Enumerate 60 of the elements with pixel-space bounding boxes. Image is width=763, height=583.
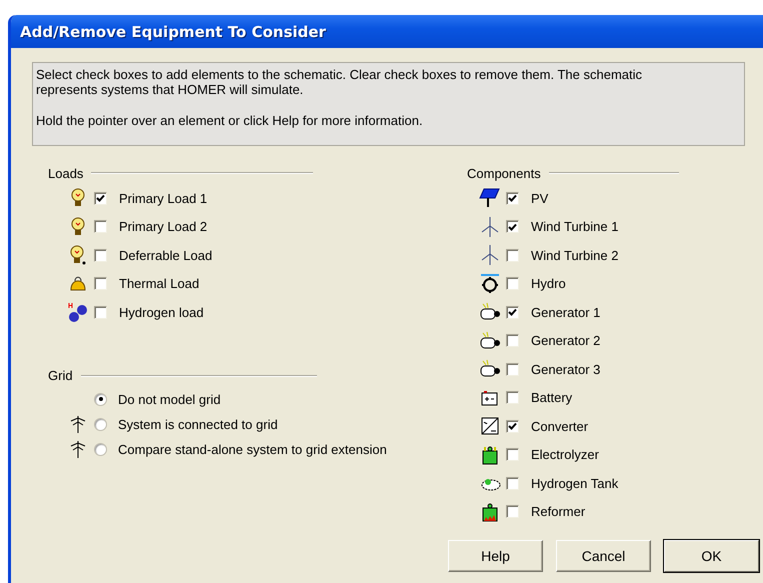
checkbox[interactable] bbox=[506, 220, 519, 234]
checkbox[interactable] bbox=[94, 220, 107, 234]
checkbox-label: PV bbox=[531, 190, 548, 206]
checkbox-label: Electrolyzer bbox=[531, 447, 599, 462]
checkmark-icon bbox=[508, 222, 517, 231]
water-wheel-icon bbox=[479, 272, 501, 295]
checkbox-label: Primary Load 1 bbox=[119, 190, 208, 206]
checkbox[interactable] bbox=[94, 248, 107, 262]
checkbox-label: Wind Turbine 2 bbox=[531, 248, 618, 263]
radio-label: Compare stand-alone system to grid extension bbox=[118, 442, 387, 456]
checkbox[interactable] bbox=[94, 306, 107, 319]
solar-panel-icon bbox=[479, 187, 501, 210]
checkbox-label: Generator 3 bbox=[531, 362, 600, 377]
info-text: Select check boxes to add elements to the schematic. Clear check boxes to remove them. The schematic represents systems that HOMER will simulate. bbox=[36, 67, 643, 97]
checkbox-label: Deferrable Load bbox=[119, 248, 212, 263]
checkbox[interactable] bbox=[506, 391, 519, 404]
dialog-button[interactable]: Cancel bbox=[556, 540, 651, 572]
checkbox[interactable] bbox=[506, 362, 519, 376]
checkbox[interactable] bbox=[506, 192, 519, 205]
checkbox-label: Primary Load 2 bbox=[119, 219, 208, 234]
checkbox[interactable] bbox=[506, 306, 519, 319]
converter-icon bbox=[479, 415, 501, 438]
checkbox[interactable] bbox=[506, 476, 519, 490]
checkmark-icon bbox=[508, 422, 517, 430]
checkbox[interactable] bbox=[94, 192, 107, 205]
group-title: Components bbox=[467, 166, 541, 180]
radio-button[interactable] bbox=[94, 418, 107, 430]
dialog-button[interactable]: Help bbox=[448, 540, 543, 572]
info-text: Hold the pointer over an element or click Help for more information. bbox=[36, 113, 424, 128]
wind-turbine-icon bbox=[479, 244, 501, 266]
checkbox-label: Wind Turbine 1 bbox=[531, 219, 618, 234]
checkbox-label: Generator 1 bbox=[531, 304, 600, 320]
checkbox-label: Hydro bbox=[531, 276, 566, 292]
checkbox[interactable] bbox=[506, 248, 519, 262]
checkmark-icon bbox=[508, 194, 517, 202]
radio-button[interactable] bbox=[94, 392, 107, 406]
checkbox[interactable] bbox=[506, 448, 519, 462]
radio-label: System is connected to grid bbox=[118, 416, 278, 432]
checkbox[interactable] bbox=[506, 277, 519, 290]
checkbox[interactable] bbox=[94, 277, 107, 290]
checkbox-label: Reformer bbox=[531, 504, 586, 520]
checkbox[interactable] bbox=[506, 420, 519, 433]
window-title: Add/Remove Equipment To Consider bbox=[20, 22, 326, 40]
group-title: Loads bbox=[48, 166, 84, 180]
radio-button[interactable] bbox=[94, 442, 107, 456]
checkbox[interactable] bbox=[506, 505, 519, 518]
checkbox-label: Generator 2 bbox=[531, 333, 600, 348]
checkbox-label: Battery bbox=[531, 390, 572, 406]
hydrogen-molecule-icon bbox=[67, 301, 89, 324]
checkmark-icon bbox=[96, 194, 105, 202]
checkbox-label: Thermal Load bbox=[119, 276, 200, 292]
checkbox-label: Hydrogen Tank bbox=[531, 476, 618, 491]
radio-label: Do not model grid bbox=[118, 392, 221, 406]
wind-turbine-icon bbox=[479, 216, 501, 238]
dialog-button[interactable]: OK bbox=[664, 540, 759, 572]
checkmark-icon bbox=[508, 308, 517, 316]
checkbox[interactable] bbox=[506, 334, 519, 348]
group-title: Grid bbox=[48, 368, 73, 383]
checkbox-label: Converter bbox=[531, 418, 588, 434]
checkbox-label: Hydrogen load bbox=[119, 304, 204, 320]
